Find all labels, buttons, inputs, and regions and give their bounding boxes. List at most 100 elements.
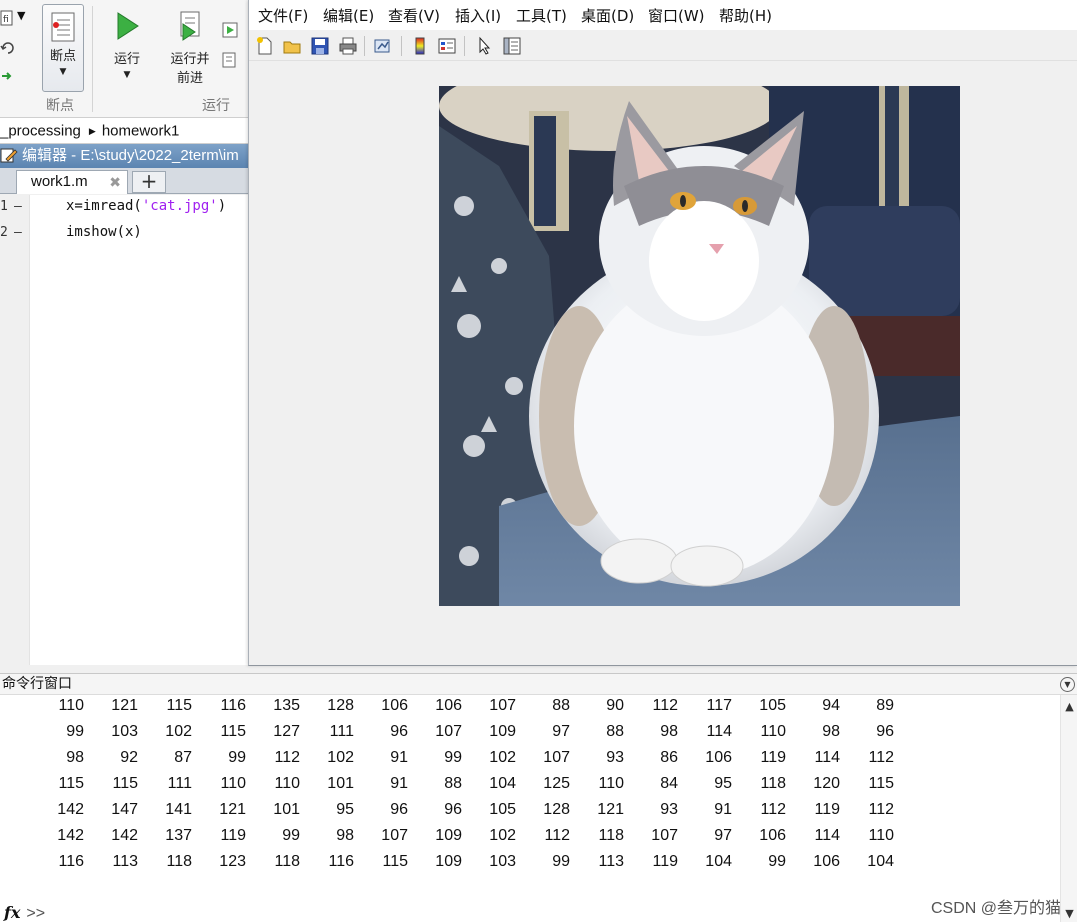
run-button[interactable]: 运行 ▼ [104, 4, 150, 81]
menu-view[interactable]: 查看(V) [388, 5, 440, 26]
colorbar-icon[interactable] [410, 36, 430, 56]
figure-image[interactable] [439, 86, 960, 606]
matrix-cell: 90 [606, 697, 624, 714]
vertical-scrollbar[interactable]: ▲ ▼ [1060, 695, 1077, 922]
matrix-cell: 110 [274, 775, 300, 792]
scroll-down-icon[interactable]: ▼ [1063, 907, 1076, 920]
matrix-cell: 115 [868, 775, 894, 792]
matrix-cell: 125 [543, 775, 570, 792]
matrix-cell: 91 [714, 801, 732, 818]
matrix-cell: 120 [813, 775, 840, 792]
matrix-cell: 84 [660, 775, 678, 792]
matrix-cell: 142 [57, 827, 84, 844]
command-window[interactable]: 110 121 115 116 135 128 106 106 107 88 90 112 117 105… [0, 695, 1077, 922]
matrix-cell: 112 [760, 801, 786, 818]
breakpoints-icon [51, 12, 75, 42]
matrix-cell: 98 [336, 827, 354, 844]
matrix-cell: 118 [760, 775, 786, 792]
advance-icon[interactable] [222, 52, 238, 68]
matrix-cell: 116 [328, 853, 354, 870]
editor-pencil-icon [0, 148, 18, 163]
format-icon[interactable]: fi [0, 10, 16, 26]
breadcrumb-item[interactable]: homework1 [102, 123, 180, 140]
menu-window[interactable]: 窗口(W) [648, 5, 705, 26]
link-plot-icon[interactable] [373, 36, 393, 56]
breadcrumb-item[interactable]: _processing [0, 123, 81, 140]
command-prompt[interactable]: fx >> [4, 903, 45, 922]
close-icon[interactable]: ✖ [109, 171, 121, 193]
matrix-cell: 118 [274, 853, 300, 870]
legend-icon[interactable] [437, 36, 457, 56]
menu-file[interactable]: 文件(F) [258, 5, 308, 26]
code-line[interactable]: x=imread('cat.jpg') [66, 198, 226, 214]
scroll-up-icon[interactable]: ▲ [1063, 700, 1076, 713]
run-and-advance-button[interactable]: 运行并 前进 [164, 4, 216, 88]
matrix-cell: 105 [759, 697, 786, 714]
matrix-cell: 99 [282, 827, 300, 844]
matrix-cell: 102 [489, 827, 516, 844]
menu-edit[interactable]: 编辑(E) [323, 5, 374, 26]
edit-plot-arrow-icon[interactable] [475, 36, 495, 56]
matrix-cell: 135 [273, 697, 300, 714]
chevron-down-icon: ▼ [123, 70, 131, 80]
matrix-cell: 112 [868, 801, 894, 818]
run-section-icon[interactable] [222, 22, 238, 38]
matrix-cell: 112 [652, 697, 678, 714]
code-editor[interactable]: 1— 2— x=imread('cat.jpg') imshow(x) [0, 195, 250, 665]
matrix-cell: 113 [598, 853, 624, 870]
matrix-cell: 110 [868, 827, 894, 844]
open-file-icon[interactable] [282, 36, 302, 56]
matrix-cell: 86 [660, 749, 678, 766]
function-browser-icon[interactable]: fx [4, 903, 20, 922]
matrix-cell: 95 [714, 775, 732, 792]
dropdown-arrow-icon[interactable]: ▼ [17, 9, 25, 22]
matrix-cell: 106 [381, 697, 408, 714]
menu-insert[interactable]: 插入(I) [455, 5, 501, 26]
matrix-cell: 104 [867, 853, 894, 870]
matrix-cell: 95 [336, 801, 354, 818]
matrix-cell: 117 [706, 697, 732, 714]
panel-options-icon[interactable]: ▼ [1060, 677, 1075, 692]
menu-help[interactable]: 帮助(H) [719, 5, 772, 26]
print-icon[interactable] [338, 36, 358, 56]
menu-tools[interactable]: 工具(T) [516, 5, 567, 26]
matrix-cell: 127 [273, 723, 300, 740]
matrix-cell: 96 [444, 801, 462, 818]
matrix-cell: 119 [760, 749, 786, 766]
toolbar-separator [401, 36, 402, 56]
indent-icon[interactable] [0, 68, 16, 84]
new-figure-icon[interactable] [255, 36, 275, 56]
matrix-cell: 106 [435, 697, 462, 714]
code-line[interactable]: imshow(x) [66, 224, 142, 240]
matrix-cell: 142 [111, 827, 138, 844]
matrix-cell: 94 [822, 697, 840, 714]
breakpoints-button[interactable]: 断点 ▼ [42, 4, 84, 92]
save-icon[interactable] [310, 36, 330, 56]
matrix-cell: 103 [111, 723, 138, 740]
tab-label: work1.m [31, 173, 88, 190]
matrix-cell: 102 [165, 723, 192, 740]
command-window-header: 命令行窗口 ▼ [0, 673, 1077, 695]
matrix-cell: 102 [489, 749, 516, 766]
matrix-cell: 99 [768, 853, 786, 870]
matrix-cell: 107 [381, 827, 408, 844]
matrix-cell: 104 [489, 775, 516, 792]
matrix-cell: 93 [606, 749, 624, 766]
matrix-cell: 101 [327, 775, 354, 792]
plus-icon: + [140, 169, 158, 193]
matrix-cell: 97 [714, 827, 732, 844]
menu-desktop[interactable]: 桌面(D) [581, 5, 634, 26]
line-number-gutter [0, 195, 30, 665]
matrix-cell: 88 [444, 775, 462, 792]
matrix-cell: 142 [57, 801, 84, 818]
group-divider [92, 6, 93, 112]
property-inspector-icon[interactable] [502, 36, 522, 56]
matrix-cell: 97 [552, 723, 570, 740]
refresh-icon[interactable] [0, 40, 16, 56]
matrix-cell: 118 [166, 853, 192, 870]
add-tab-button[interactable]: + [132, 171, 166, 193]
editor-title-bar[interactable]: 编辑器 - E:\study\2022_2term\im [0, 144, 250, 168]
line-number: 1— [0, 199, 22, 214]
matrix-cell: 115 [166, 697, 192, 714]
tab-work1-m[interactable]: work1.m ✖ [16, 170, 128, 194]
